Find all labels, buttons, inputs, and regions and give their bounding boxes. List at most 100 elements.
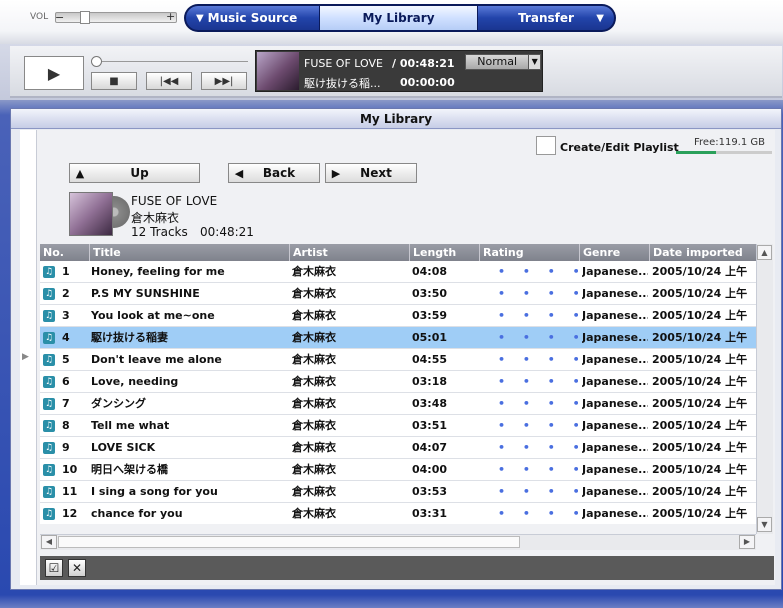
play-mode-select[interactable]: Normal ▼ (465, 54, 541, 70)
column-header-artist[interactable]: Artist (290, 244, 410, 261)
volume-plus-icon[interactable]: + (166, 10, 175, 23)
cell-rating[interactable]: • • • • • (498, 393, 578, 415)
table-row[interactable]: ♫ 2 P.S MY SUNSHINE 倉木麻衣 03:50 • • • • • Japan… (40, 283, 756, 305)
column-header-date-imported[interactable]: Date imported (650, 244, 756, 261)
column-header-title[interactable]: Title (90, 244, 290, 261)
cell-artist: 倉木麻衣 (292, 507, 336, 520)
table-row[interactable]: ♫ 4 駆け抜ける稲妻 倉木麻衣 05:01 • • • • • Japanese... 20… (40, 327, 756, 349)
cell-date: 2005/10/24 上午 (652, 287, 748, 300)
album-duration: 00:48:21 (200, 225, 254, 239)
cell-no: 8 (62, 419, 70, 432)
table-row[interactable]: ♫ 11 I sing a song for you 倉木麻衣 03:53 • • • •… (40, 481, 756, 503)
cell-title: chance for you (91, 507, 183, 520)
cell-title: I sing a song for you (91, 485, 218, 498)
music-note-icon: ♫ (43, 266, 55, 278)
cell-no: 3 (62, 309, 70, 322)
now-playing-cover (257, 52, 299, 90)
cell-rating[interactable]: • • • • • (498, 261, 578, 283)
scroll-right-icon[interactable]: ▶ (739, 535, 755, 549)
volume-slider[interactable] (55, 12, 177, 23)
cell-artist: 倉木麻衣 (292, 375, 336, 388)
create-edit-playlist-label[interactable]: Create/Edit Playlist (560, 141, 679, 154)
row-pointer-icon: ▶ (22, 352, 29, 362)
seek-handle[interactable] (91, 56, 102, 67)
cell-date: 2005/10/24 上午 (652, 331, 748, 344)
column-header-rating[interactable]: Rating (480, 244, 580, 261)
table-row[interactable]: ♫ 12 chance for you 倉木麻衣 03:31 • • • • • Japan… (40, 503, 756, 524)
previous-button[interactable]: |◀◀ (146, 72, 192, 90)
music-note-icon: ♫ (43, 420, 55, 432)
cell-length: 03:51 (412, 419, 448, 432)
cell-rating[interactable]: • • • • • (498, 459, 578, 481)
cell-rating[interactable]: • • • • • (498, 349, 578, 371)
cell-date: 2005/10/24 上午 (652, 485, 748, 498)
play-button[interactable]: ▶ (24, 56, 84, 90)
volume-knob[interactable] (80, 11, 90, 24)
cell-artist: 倉木麻衣 (292, 309, 336, 322)
cell-no: 7 (62, 397, 70, 410)
cell-title: Don't leave me alone (91, 353, 222, 366)
tab-my-library[interactable]: My Library (320, 6, 478, 30)
tab-transfer[interactable]: Transfer ▼ (478, 6, 614, 30)
track-table: No. Title Artist Length Rating Genre Dat… (40, 244, 756, 524)
back-button[interactable]: ◀ Back (228, 163, 320, 183)
cell-no: 11 (62, 485, 78, 498)
cell-rating[interactable]: • • • • • (498, 481, 578, 503)
table-row[interactable]: ♫ 7 ダンシング 倉木麻衣 03:48 • • • • • Japanese... 2005… (40, 393, 756, 415)
check-all-icon[interactable]: ☑ (45, 559, 63, 577)
cell-title: Honey, feeling for me (91, 265, 225, 278)
table-row[interactable]: ♫ 3 You look at me~one 倉木麻衣 03:59 • • • • • Ja… (40, 305, 756, 327)
music-note-icon: ♫ (43, 508, 55, 520)
stop-button[interactable]: ■ (91, 72, 137, 90)
dropdown-icon: ▼ (596, 12, 604, 24)
cell-rating[interactable]: • • • • • (498, 327, 578, 349)
now-playing-track: 駆け抜ける稲... (304, 77, 381, 90)
up-label: Up (130, 166, 149, 180)
tab-music-source[interactable]: ▼ Music Source (186, 6, 320, 30)
next-track-button[interactable]: ▶▶| (201, 72, 247, 90)
column-header-no[interactable]: No. (40, 244, 90, 261)
table-row[interactable]: ♫ 1 Honey, feeling for me 倉木麻衣 04:08 • • • • … (40, 261, 756, 283)
cell-artist: 倉木麻衣 (292, 419, 336, 432)
cell-no: 6 (62, 375, 70, 388)
cell-rating[interactable]: • • • • • (498, 371, 578, 393)
cell-genre: Japanese... (582, 309, 648, 322)
cell-date: 2005/10/24 上午 (652, 309, 748, 322)
volume-minus-icon[interactable]: − (55, 11, 65, 24)
vertical-scrollbar[interactable] (756, 244, 773, 534)
cell-rating[interactable]: • • • • • (498, 437, 578, 459)
cell-length: 03:53 (412, 485, 448, 498)
now-playing-title: FUSE OF LOVE (304, 57, 383, 70)
uncheck-all-icon[interactable]: ✕ (68, 559, 86, 577)
table-row[interactable]: ♫ 5 Don't leave me alone 倉木麻衣 04:55 • • • • •… (40, 349, 756, 371)
table-row[interactable]: ♫ 9 LOVE SICK 倉木麻衣 04:07 • • • • • Japanese...… (40, 437, 756, 459)
next-button[interactable]: ▶ Next (325, 163, 417, 183)
cell-rating[interactable]: • • • • • (498, 503, 578, 524)
cell-length: 05:01 (412, 331, 448, 344)
scroll-up-icon[interactable]: ▲ (757, 245, 772, 260)
seek-bar[interactable] (102, 61, 248, 62)
free-space-fill (676, 151, 716, 154)
cell-artist: 倉木麻衣 (292, 485, 336, 498)
cell-artist: 倉木麻衣 (292, 265, 336, 278)
cell-rating[interactable]: • • • • • (498, 283, 578, 305)
cell-title: LOVE SICK (91, 441, 156, 454)
table-header: No. Title Artist Length Rating Genre Dat… (40, 244, 756, 261)
cell-rating[interactable]: • • • • • (498, 415, 578, 437)
table-row[interactable]: ♫ 10 明日へ架ける橋 倉木麻衣 04:00 • • • • • Japanese... 2… (40, 459, 756, 481)
column-header-length[interactable]: Length (410, 244, 480, 261)
cell-rating[interactable]: • • • • • (498, 305, 578, 327)
table-row[interactable]: ♫ 6 Love, needing 倉木麻衣 03:18 • • • • • Japanes… (40, 371, 756, 393)
dropdown-icon: ▼ (196, 12, 204, 24)
cell-no: 5 (62, 353, 70, 366)
horizontal-scroll-thumb[interactable] (58, 536, 520, 548)
column-header-genre[interactable]: Genre (580, 244, 650, 261)
tab-label: My Library (362, 11, 435, 25)
up-button[interactable]: ▲ Up (69, 163, 200, 183)
table-row[interactable]: ♫ 8 Tell me what 倉木麻衣 03:51 • • • • • Japanese… (40, 415, 756, 437)
playlist-checkbox[interactable] (536, 136, 556, 155)
scroll-left-icon[interactable]: ◀ (41, 535, 57, 549)
cell-genre: Japanese... (582, 419, 648, 432)
scroll-down-icon[interactable]: ▼ (757, 517, 772, 532)
cell-no: 9 (62, 441, 70, 454)
